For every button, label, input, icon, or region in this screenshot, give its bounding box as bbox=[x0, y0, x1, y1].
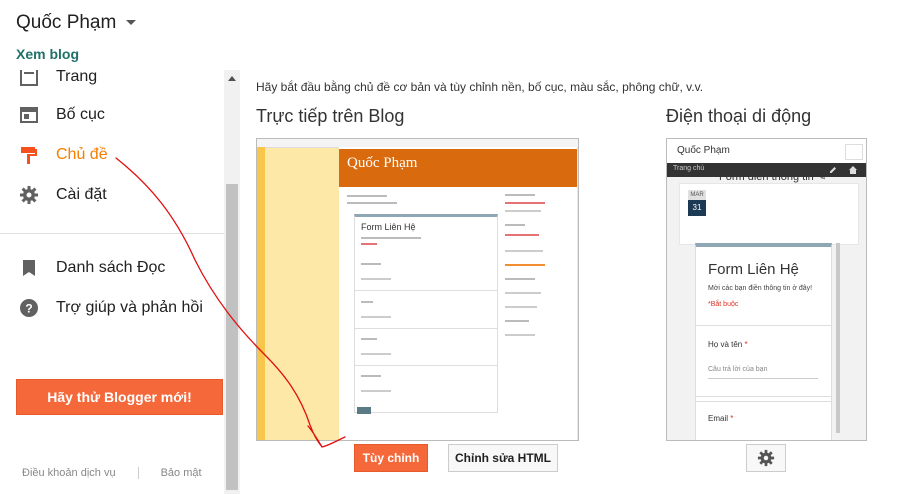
mobile-field-email: Email * bbox=[695, 401, 832, 440]
edit-icon: ✎ bbox=[816, 171, 827, 183]
blog-title: Quốc Phạm bbox=[16, 12, 117, 33]
preview-form-card: Form Liên Hệ bbox=[354, 214, 498, 413]
mobile-form-subtitle: Mời các bạn điền thông tin ở đây! bbox=[708, 285, 813, 292]
preview-divider bbox=[355, 328, 497, 329]
terms-link[interactable]: Điều khoản dịch vụ bbox=[22, 467, 116, 479]
sidebar-item-reading-list[interactable]: Danh sách Đọc bbox=[0, 249, 224, 287]
preview-stripe bbox=[257, 147, 265, 440]
sidebar-item-layout[interactable]: Bố cục bbox=[0, 96, 224, 134]
preview-text-line bbox=[361, 278, 391, 280]
preview-text-line bbox=[361, 263, 381, 265]
view-blog-link[interactable]: Xem blog bbox=[16, 46, 79, 62]
mobile-heading: Điện thoại di động bbox=[666, 106, 812, 126]
mobile-nav-home: Trang chủ bbox=[673, 165, 705, 172]
mobile-theme-preview[interactable]: Quốc Phạm Trang chủ MAR 31 Form điền thô… bbox=[666, 138, 867, 441]
footer-separator bbox=[137, 467, 139, 480]
field-underline bbox=[708, 378, 818, 379]
preview-text-line bbox=[347, 195, 387, 197]
post-date-month: MAR bbox=[690, 192, 704, 198]
live-blog-heading: Trực tiếp trên Blog bbox=[256, 106, 405, 126]
sidebar-item-label: Bố cục bbox=[56, 106, 105, 123]
preview-required-line bbox=[361, 243, 377, 245]
field-label: Họ và tên * bbox=[708, 340, 748, 349]
sidebar-item-label: Trợ giúp và phản hồi bbox=[56, 299, 203, 316]
preview-text-line bbox=[361, 237, 421, 239]
privacy-link[interactable]: Bảo mật bbox=[161, 467, 202, 479]
preview-text-line bbox=[361, 353, 391, 355]
sidebar-item-pages[interactable]: Trang bbox=[0, 70, 224, 96]
mobile-preview-header: Quốc Phạm bbox=[667, 139, 866, 164]
preview-sidebar-column bbox=[505, 194, 573, 374]
mobile-post-title: Form điền thông tin ✎ bbox=[719, 171, 827, 183]
preview-text-line bbox=[361, 301, 373, 303]
sidebar-item-theme[interactable]: Chủ đề bbox=[0, 136, 224, 174]
help-icon: ? bbox=[18, 297, 40, 319]
sidebar-item-help[interactable]: ? Trợ giúp và phản hồi bbox=[0, 289, 224, 327]
mobile-post-card: MAR 31 bbox=[679, 183, 859, 245]
desktop-theme-preview[interactable]: Quốc Phạm Form Liên Hệ bbox=[256, 138, 579, 441]
post-date-badge: MAR 31 bbox=[688, 190, 706, 216]
blog-title-selector[interactable]: Quốc Phạm bbox=[16, 12, 137, 34]
preview-text-line bbox=[361, 390, 391, 392]
scroll-up-arrow-icon[interactable] bbox=[228, 76, 236, 81]
edit-html-button[interactable]: Chỉnh sửa HTML bbox=[448, 444, 558, 472]
preview-blog-title: Quốc Phạm bbox=[347, 155, 418, 171]
mobile-form-required-note: *Bắt buộc bbox=[708, 301, 739, 308]
sidebar-footer: Điều khoản dịch vụ Bảo mật bbox=[22, 467, 224, 480]
mobile-preview-title: Quốc Phạm bbox=[677, 145, 730, 156]
mobile-form-title: Form Liên Hệ bbox=[708, 261, 799, 278]
sidebar-item-label: Chủ đề bbox=[56, 146, 108, 163]
pages-icon bbox=[18, 70, 40, 88]
preview-text-line bbox=[361, 316, 391, 318]
sidebar-item-label: Trang bbox=[56, 70, 98, 85]
preview-text-line bbox=[361, 338, 377, 340]
field-placeholder: Câu trả lời của bạn bbox=[708, 366, 768, 373]
preview-text-line bbox=[361, 375, 381, 377]
sidebar-item-settings[interactable]: Cài đặt bbox=[0, 176, 224, 214]
scrollbar-thumb[interactable] bbox=[226, 184, 238, 490]
mobile-field-name: Họ và tên * Câu trả lời của bạn bbox=[695, 325, 832, 397]
sidebar-divider bbox=[0, 233, 224, 234]
try-new-blogger-button[interactable]: Hãy thử Blogger mới! bbox=[16, 379, 223, 415]
svg-text:?: ? bbox=[25, 302, 32, 316]
bookmark-icon bbox=[18, 257, 40, 279]
customize-button[interactable]: Tùy chỉnh bbox=[354, 444, 428, 472]
paint-roller-icon bbox=[18, 144, 40, 166]
sidebar-item-label: Cài đặt bbox=[56, 186, 107, 203]
home-icon bbox=[849, 166, 857, 174]
sidebar: Trang Bố cục Chủ đề Cài đặt Danh sách Đọ… bbox=[0, 70, 240, 494]
preview-form-title: Form Liên Hệ bbox=[361, 222, 416, 232]
search-icon bbox=[845, 144, 863, 160]
post-date-day: 31 bbox=[688, 200, 706, 216]
layout-icon bbox=[18, 104, 40, 126]
theme-description: Hãy bắt đầu bằng chủ đề cơ bản và tùy ch… bbox=[256, 80, 704, 94]
preview-text-line bbox=[347, 202, 397, 204]
mobile-preview-scrollbar bbox=[836, 243, 840, 433]
gear-icon bbox=[757, 449, 775, 467]
field-label: Email * bbox=[708, 414, 734, 423]
sidebar-item-label: Danh sách Đọc bbox=[56, 259, 166, 276]
mobile-settings-button[interactable] bbox=[746, 444, 786, 472]
preview-divider bbox=[355, 290, 497, 291]
preview-blog-header: Quốc Phạm bbox=[339, 149, 577, 187]
preview-submit-button bbox=[357, 407, 371, 414]
chevron-down-icon bbox=[126, 20, 137, 26]
gear-icon bbox=[18, 184, 40, 206]
sidebar-scrollbar[interactable] bbox=[224, 70, 240, 494]
edit-icon bbox=[830, 167, 836, 173]
preview-divider bbox=[355, 365, 497, 366]
